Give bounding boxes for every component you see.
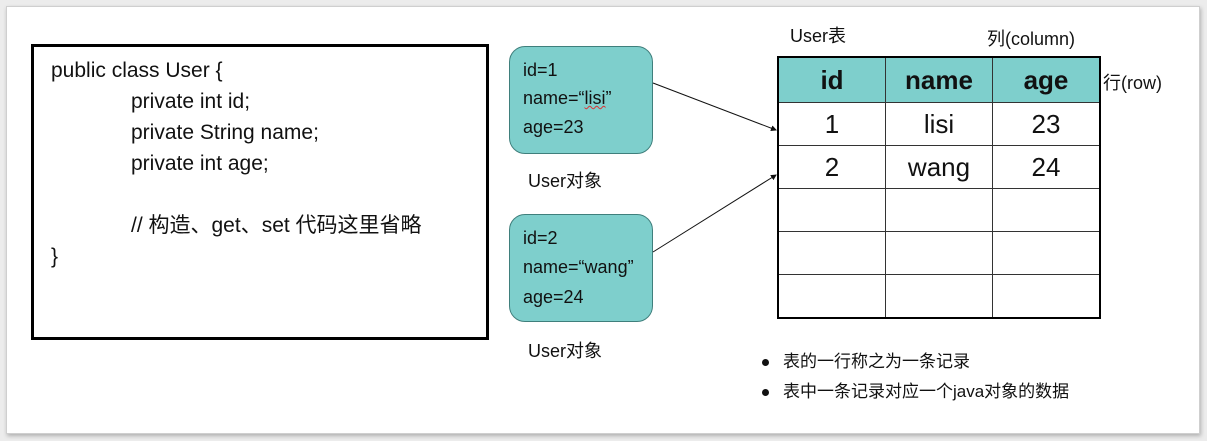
- row-label: 行(row): [1103, 73, 1162, 93]
- cell-age: 23: [992, 102, 1101, 146]
- cell-name: [885, 231, 993, 275]
- bullet-icon: [762, 359, 769, 367]
- cell-id: 1: [777, 102, 886, 146]
- cell-name: [885, 188, 993, 232]
- cell-name: wang: [885, 145, 993, 189]
- cell-age: [992, 188, 1101, 232]
- table-row: 2 wang 24: [777, 145, 1101, 189]
- table-title: User表: [790, 26, 847, 46]
- table-header-row: id name age: [777, 56, 1101, 103]
- cell-id: [777, 274, 886, 319]
- header-id: id: [777, 56, 886, 103]
- cell-age: [992, 274, 1101, 319]
- header-name: name: [885, 56, 993, 103]
- cell-id: 2: [777, 145, 886, 189]
- table-row: [777, 231, 1101, 275]
- bullet-item-1: 表的一行称之为一条记录: [762, 347, 970, 372]
- cell-age: [992, 231, 1101, 275]
- bullet-icon: [762, 389, 769, 397]
- cell-age: 24: [992, 145, 1101, 189]
- bullet-item-2: 表中一条记录对应一个java对象的数据: [762, 377, 1069, 402]
- user-table: id name age 1 lisi 23 2 wang 24: [777, 56, 1101, 319]
- cell-id: [777, 188, 886, 232]
- arrow-object-2-to-row-2: [652, 174, 777, 253]
- table-row: [777, 274, 1101, 319]
- cell-id: [777, 231, 886, 275]
- header-age: age: [992, 56, 1101, 103]
- table-row: [777, 188, 1101, 232]
- table-row: 1 lisi 23: [777, 102, 1101, 146]
- cell-name: [885, 274, 993, 319]
- column-label: 列(column): [987, 29, 1076, 49]
- cell-name: lisi: [885, 102, 993, 146]
- arrow-object-1-to-row-1: [652, 82, 777, 132]
